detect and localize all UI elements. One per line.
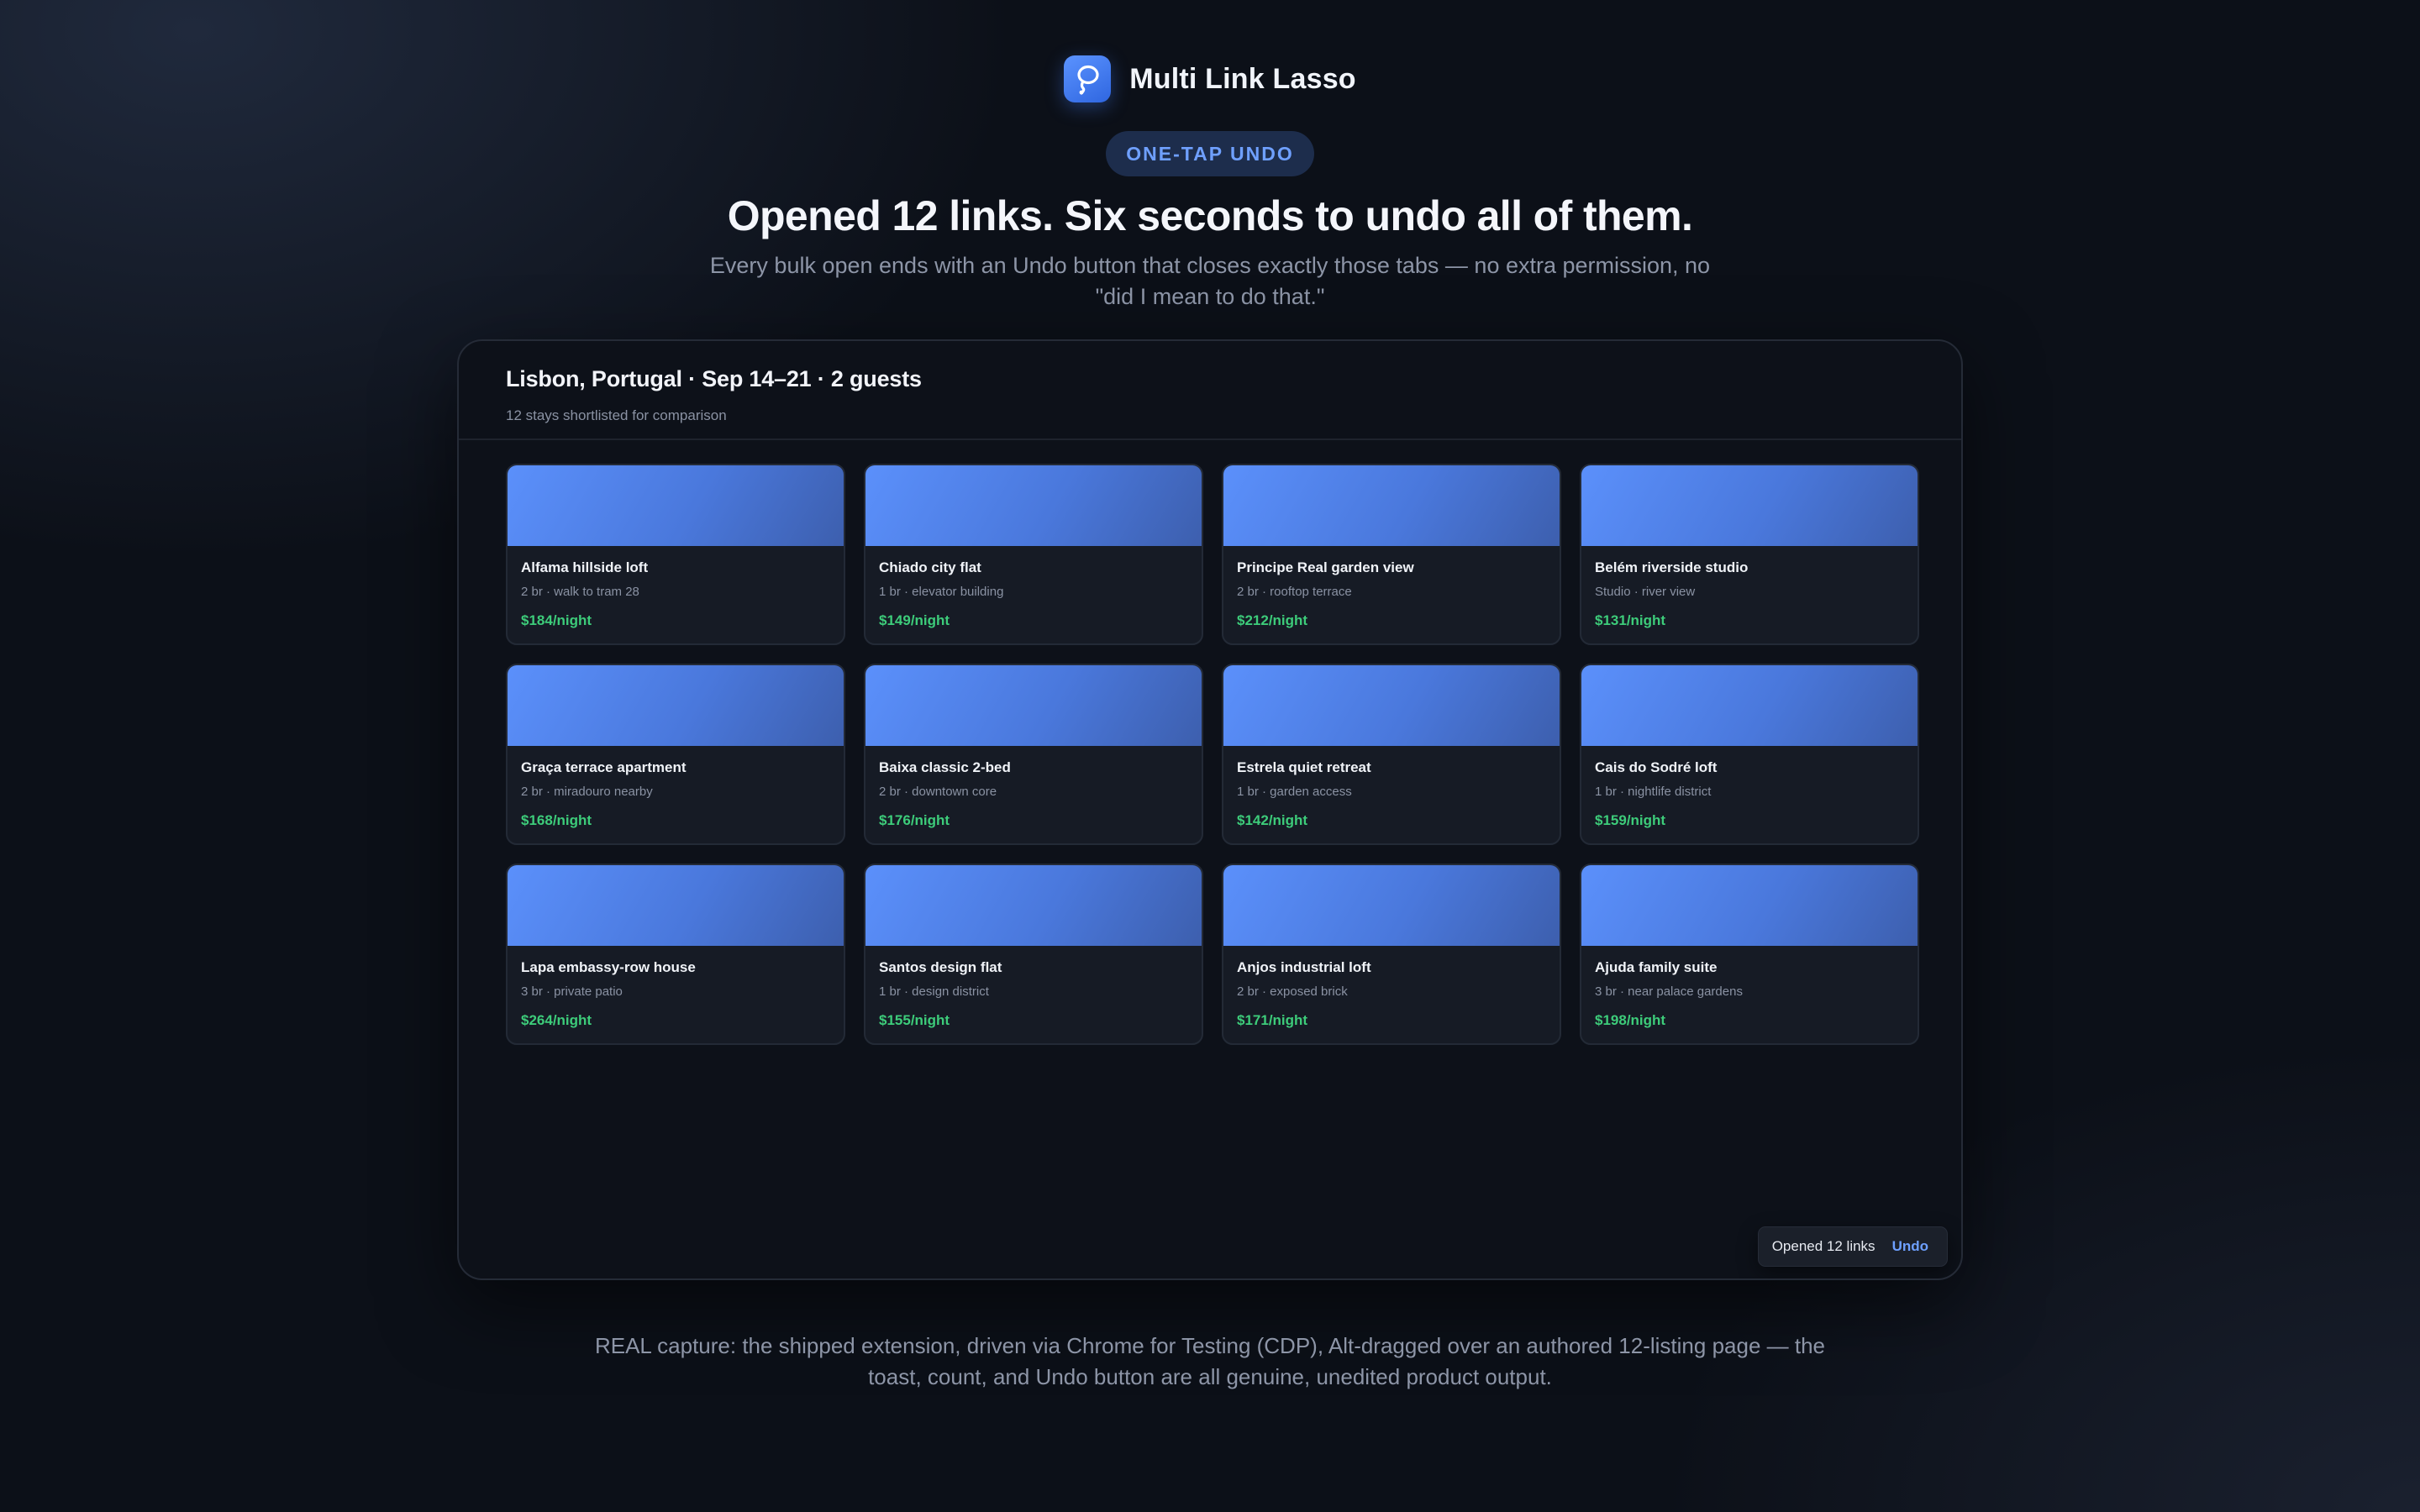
listing-price: $142/night bbox=[1237, 812, 1308, 828]
listing-title[interactable]: Belém riverside studio bbox=[1595, 559, 1918, 576]
listing-meta: 2 br · miradouro nearby bbox=[521, 785, 653, 799]
listing-card[interactable]: Lapa embassy-row house 3 br · private pa… bbox=[506, 864, 845, 1045]
listing-price: $176/night bbox=[879, 812, 950, 828]
trip-subtitle: 12 stays shortlisted for comparison bbox=[506, 407, 727, 423]
listing-meta: 2 br · rooftop terrace bbox=[1237, 585, 1352, 599]
listing-image bbox=[1223, 665, 1560, 746]
listing-title[interactable]: Principe Real garden view bbox=[1237, 559, 1560, 576]
listing-image bbox=[865, 465, 1202, 546]
listing-image bbox=[508, 465, 844, 546]
listing-meta: 1 br · nightlife district bbox=[1595, 785, 1712, 799]
listing-image bbox=[865, 865, 1202, 946]
listing-title[interactable]: Ajuda family suite bbox=[1595, 959, 1918, 976]
listing-card[interactable]: Belém riverside studio Studio · river vi… bbox=[1580, 464, 1919, 645]
page-headline: Opened 12 links. Six seconds to undo all… bbox=[727, 192, 1693, 239]
listing-price: $198/night bbox=[1595, 1012, 1666, 1028]
footer-caption: REAL capture: the shipped extension, dri… bbox=[594, 1333, 1826, 1389]
listing-card[interactable]: Ajuda family suite 3 br · near palace ga… bbox=[1580, 864, 1919, 1045]
listing-title[interactable]: Anjos industrial loft bbox=[1237, 959, 1560, 976]
listing-card[interactable]: Anjos industrial loft 2 br · exposed bri… bbox=[1222, 864, 1561, 1045]
feature-badge: ONE-TAP UNDO bbox=[1106, 131, 1314, 176]
listing-card[interactable]: Estrela quiet retreat 1 br · garden acce… bbox=[1222, 664, 1561, 845]
listing-price: $159/night bbox=[1595, 812, 1666, 828]
listing-title[interactable]: Cais do Sodré loft bbox=[1595, 759, 1918, 776]
browser-window: Lisbon, Portugal · Sep 14–21 · 2 guests … bbox=[457, 339, 1963, 1280]
listing-title[interactable]: Baixa classic 2-bed bbox=[879, 759, 1202, 776]
listing-meta: 2 br · exposed brick bbox=[1237, 984, 1348, 999]
toast-message: Opened 12 links bbox=[1771, 1238, 1876, 1254]
listing-header: Lisbon, Portugal · Sep 14–21 · 2 guests … bbox=[459, 341, 1961, 440]
app-name: Multi Link Lasso bbox=[1129, 62, 1356, 95]
listing-card[interactable]: Alfama hillside loft 2 br · walk to tram… bbox=[506, 464, 845, 645]
listing-price: $184/night bbox=[521, 612, 592, 628]
brand-header: Multi Link Lasso bbox=[0, 55, 2420, 102]
listing-meta: 1 br · design district bbox=[879, 984, 989, 999]
listing-image bbox=[1223, 465, 1560, 546]
listing-meta: 1 br · elevator building bbox=[879, 585, 1004, 599]
listing-title[interactable]: Estrela quiet retreat bbox=[1237, 759, 1560, 776]
listing-price: $264/night bbox=[521, 1012, 592, 1028]
listing-meta: 3 br · private patio bbox=[521, 984, 623, 999]
listing-price: $212/night bbox=[1237, 612, 1308, 628]
listing-meta: Studio · river view bbox=[1595, 585, 1696, 599]
undo-button[interactable]: Undo bbox=[1892, 1238, 1928, 1255]
listing-image bbox=[1223, 865, 1560, 946]
listing-meta: 3 br · near palace gardens bbox=[1595, 984, 1743, 999]
listing-price: $149/night bbox=[879, 612, 950, 628]
listing-title[interactable]: Chiado city flat bbox=[879, 559, 1202, 576]
listing-price: $171/night bbox=[1237, 1012, 1308, 1028]
listing-grid: Alfama hillside loft 2 br · walk to tram… bbox=[506, 464, 1919, 1045]
listing-image bbox=[865, 665, 1202, 746]
listing-title[interactable]: Graça terrace apartment bbox=[521, 759, 844, 776]
listing-meta: 2 br · walk to tram 28 bbox=[521, 585, 639, 599]
listing-image bbox=[1581, 865, 1918, 946]
page-subheadline: Every bulk open ends with an Undo button… bbox=[709, 253, 1711, 309]
listing-card[interactable]: Baixa classic 2-bed 2 br · downtown core… bbox=[864, 664, 1203, 845]
listing-card[interactable]: Cais do Sodré loft 1 br · nightlife dist… bbox=[1580, 664, 1919, 845]
listing-image bbox=[508, 665, 844, 746]
undo-toast: Opened 12 links Undo bbox=[1757, 1226, 1948, 1267]
listing-card[interactable]: Principe Real garden view 2 br · rooftop… bbox=[1222, 464, 1561, 645]
listing-card[interactable]: Chiado city flat 1 br · elevator buildin… bbox=[864, 464, 1203, 645]
lasso-icon bbox=[1064, 55, 1112, 102]
listing-card[interactable]: Santos design flat 1 br · design distric… bbox=[864, 864, 1203, 1045]
listing-price: $131/night bbox=[1595, 612, 1666, 628]
listing-image bbox=[1581, 465, 1918, 546]
listing-image bbox=[508, 865, 844, 946]
listing-price: $168/night bbox=[521, 812, 592, 828]
listing-meta: 2 br · downtown core bbox=[879, 785, 997, 799]
trip-title: Lisbon, Portugal · Sep 14–21 · 2 guests bbox=[506, 366, 922, 391]
listing-title[interactable]: Santos design flat bbox=[879, 959, 1202, 976]
listing-title[interactable]: Lapa embassy-row house bbox=[521, 959, 844, 976]
listing-meta: 1 br · garden access bbox=[1237, 785, 1352, 799]
listing-card[interactable]: Graça terrace apartment 2 br · miradouro… bbox=[506, 664, 845, 845]
listing-title[interactable]: Alfama hillside loft bbox=[521, 559, 844, 576]
listing-price: $155/night bbox=[879, 1012, 950, 1028]
listing-image bbox=[1581, 665, 1918, 746]
